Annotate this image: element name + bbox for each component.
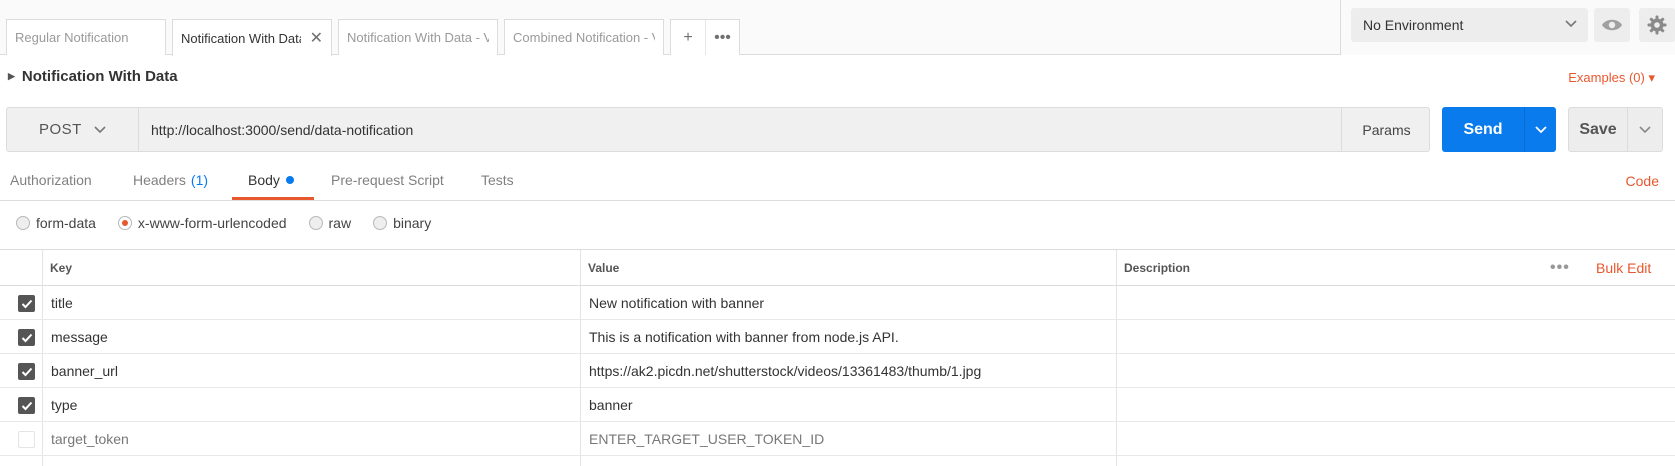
body-type-radios: form-data x-www-form-urlencoded raw bina… bbox=[16, 212, 453, 234]
caret-down-icon: ▾ bbox=[1648, 70, 1655, 85]
tab-label: Notification With Data bbox=[181, 30, 301, 46]
tab-headers[interactable]: Headers (1) bbox=[133, 160, 208, 200]
tab-authorization[interactable]: Authorization bbox=[10, 160, 92, 200]
request-name-row: ▶ Notification With Data Examples (0) ▾ bbox=[0, 56, 1675, 101]
save-options-button[interactable] bbox=[1627, 108, 1662, 151]
environment-select[interactable]: No Environment bbox=[1351, 8, 1588, 42]
request-name-label: Notification With Data bbox=[21, 68, 178, 85]
tab-label: Tests bbox=[481, 172, 514, 188]
tab-tests[interactable]: Tests bbox=[481, 160, 514, 200]
table-row: type banner bbox=[0, 388, 1675, 422]
tab-label: Authorization bbox=[10, 172, 92, 188]
row-value[interactable]: banner bbox=[580, 388, 633, 422]
caret-right-icon[interactable]: ▶ bbox=[8, 71, 15, 82]
params-table: Key Value Description ••• Bulk Edit titl… bbox=[0, 249, 1675, 466]
more-horizontal-icon[interactable]: ••• bbox=[1550, 250, 1570, 285]
more-horizontal-icon[interactable]: ••• bbox=[705, 20, 739, 55]
row-key[interactable]: message bbox=[42, 320, 108, 354]
tab-pre-request-script[interactable]: Pre-request Script bbox=[331, 160, 444, 200]
environment-area: No Environment bbox=[1340, 0, 1675, 55]
chevron-down-icon bbox=[1564, 15, 1578, 36]
save-button[interactable]: Save bbox=[1568, 107, 1663, 152]
radio-label: raw bbox=[328, 215, 352, 231]
table-row: target_token ENTER_TARGET_USER_TOKEN_ID bbox=[0, 422, 1675, 456]
row-checkbox[interactable] bbox=[18, 363, 35, 380]
method-label: POST bbox=[39, 121, 82, 138]
send-button[interactable]: Send bbox=[1442, 107, 1556, 152]
radio-circle[interactable] bbox=[117, 216, 132, 230]
row-key[interactable]: target_token bbox=[42, 422, 129, 456]
tab-body[interactable]: Body bbox=[248, 160, 294, 200]
request-name[interactable]: ▶ Notification With Data bbox=[8, 68, 178, 85]
row-checkbox[interactable] bbox=[18, 397, 35, 414]
chevron-down-icon bbox=[93, 121, 107, 143]
tab-label: Notification With Data - VIP bbox=[347, 30, 489, 45]
radio-label: form-data bbox=[36, 215, 96, 231]
tab-notification-with-data[interactable]: Notification With Data ✕ bbox=[172, 19, 332, 56]
radio-raw[interactable]: raw bbox=[308, 215, 352, 231]
row-checkbox[interactable] bbox=[18, 295, 35, 312]
radio-x-www-form-urlencoded[interactable]: x-www-form-urlencoded bbox=[117, 215, 287, 231]
close-icon[interactable]: ✕ bbox=[310, 28, 323, 48]
table-row: banner_url https://ak2.picdn.net/shutter… bbox=[0, 354, 1675, 388]
tab-label: Pre-request Script bbox=[331, 172, 444, 188]
params-button[interactable]: Params bbox=[1341, 108, 1431, 151]
row-checkbox[interactable] bbox=[18, 329, 35, 346]
modified-dot-icon bbox=[285, 176, 294, 184]
radio-circle[interactable] bbox=[308, 216, 323, 230]
code-link[interactable]: Code bbox=[1626, 173, 1659, 189]
row-checkbox[interactable] bbox=[18, 431, 35, 448]
request-tab-bar: Regular Notification Notification With D… bbox=[0, 0, 1675, 56]
radio-label: binary bbox=[393, 215, 432, 231]
tab-label: Combined Notification - VIP bbox=[513, 30, 655, 45]
url-input[interactable]: http://localhost:3000/send/data-notifica… bbox=[139, 108, 1341, 151]
gear-icon[interactable] bbox=[1639, 8, 1675, 42]
method-select[interactable]: POST bbox=[7, 108, 139, 151]
row-key[interactable]: title bbox=[42, 286, 73, 320]
send-label: Send bbox=[1463, 120, 1503, 138]
tab-notification-with-data-vip[interactable]: Notification With Data - VIP bbox=[338, 19, 498, 55]
column-header-key: Key bbox=[50, 260, 73, 275]
active-tab-indicator bbox=[232, 197, 314, 200]
request-tabs-strip: Regular Notification Notification With D… bbox=[6, 19, 740, 56]
column-header-value: Value bbox=[588, 260, 620, 275]
table-header: Key Value Description ••• Bulk Edit bbox=[0, 250, 1675, 286]
plus-icon[interactable]: + bbox=[671, 20, 705, 55]
row-value[interactable]: ENTER_TARGET_USER_TOKEN_ID bbox=[580, 422, 824, 456]
tab-actions: + ••• bbox=[670, 19, 740, 55]
row-key[interactable]: banner_url bbox=[42, 354, 118, 388]
examples-label: Examples (0) bbox=[1568, 70, 1645, 85]
radio-form-data[interactable]: form-data bbox=[16, 215, 96, 231]
radio-label: x-www-form-urlencoded bbox=[137, 215, 287, 231]
environment-selected-value: No Environment bbox=[1363, 17, 1464, 33]
radio-circle[interactable] bbox=[16, 216, 30, 230]
row-value[interactable]: This is a notification with banner from … bbox=[580, 320, 899, 354]
tab-regular-notification[interactable]: Regular Notification bbox=[6, 19, 166, 55]
radio-circle[interactable] bbox=[373, 216, 388, 230]
examples-dropdown[interactable]: Examples (0) ▾ bbox=[1568, 70, 1655, 86]
eye-icon[interactable] bbox=[1594, 8, 1630, 42]
tab-label: Body bbox=[248, 172, 280, 188]
tab-label: Headers bbox=[133, 172, 186, 188]
headers-count: (1) bbox=[190, 172, 209, 188]
table-row: title New notification with banner bbox=[0, 286, 1675, 320]
table-row: message This is a notification with bann… bbox=[0, 320, 1675, 354]
row-value[interactable]: New notification with banner bbox=[580, 286, 764, 320]
radio-binary[interactable]: binary bbox=[373, 215, 431, 231]
tab-label: Regular Notification bbox=[15, 30, 129, 45]
request-section-tabs: Authorization Headers (1) Body Pre-reque… bbox=[0, 160, 1675, 201]
send-options-button[interactable] bbox=[1524, 107, 1556, 152]
tab-combined-notification-vip[interactable]: Combined Notification - VIP bbox=[504, 19, 664, 55]
column-header-description: Description bbox=[1124, 260, 1191, 275]
url-bar: POST http://localhost:3000/send/data-not… bbox=[6, 107, 1430, 152]
row-key[interactable]: type bbox=[42, 388, 77, 422]
row-value[interactable]: https://ak2.picdn.net/shutterstock/video… bbox=[580, 354, 981, 388]
save-label: Save bbox=[1579, 120, 1617, 138]
bulk-edit-link[interactable]: Bulk Edit bbox=[1596, 250, 1651, 285]
